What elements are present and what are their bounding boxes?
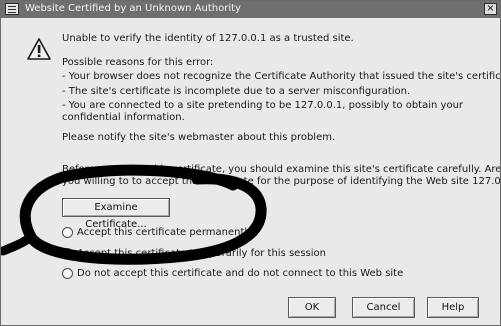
- option-label: Accept this certificate permanently: [77, 227, 254, 238]
- option-label: Accept this certificate temporarily for …: [77, 248, 326, 259]
- reason-unrecognized-ca: - Your browser does not recognize the Ce…: [62, 71, 501, 82]
- menu-icon[interactable]: [5, 3, 19, 15]
- certificate-dialog: Website Certified by an Unknown Authorit…: [0, 0, 501, 326]
- ok-button[interactable]: OK: [288, 297, 336, 318]
- warning-icon: [27, 38, 51, 60]
- close-icon[interactable]: ×: [484, 3, 497, 15]
- examine-prompt-cont: you willing to to accept this certificat…: [62, 176, 501, 187]
- help-button[interactable]: Help: [427, 297, 479, 318]
- examine-prompt: Before accepting this certificate, you s…: [62, 164, 501, 175]
- examine-certificate-button[interactable]: Examine Certificate...: [62, 198, 170, 230]
- cancel-button[interactable]: Cancel: [352, 297, 415, 318]
- window-title: Website Certified by an Unknown Authorit…: [25, 3, 241, 14]
- title-bar[interactable]: Website Certified by an Unknown Authorit…: [1, 1, 500, 18]
- option-label: Do not accept this certificate and do no…: [77, 268, 404, 279]
- reason-impersonation-cont: confidential information.: [62, 112, 185, 123]
- radio-button[interactable]: [62, 268, 73, 279]
- notify-webmaster: Please notify the site's webmaster about…: [62, 132, 336, 143]
- reasons-header: Possible reasons for this error:: [62, 57, 214, 68]
- radio-button[interactable]: [62, 248, 73, 259]
- error-headline: Unable to verify the identity of 127.0.0…: [62, 33, 354, 44]
- reason-incomplete-cert: - The site's certificate is incomplete d…: [62, 86, 411, 97]
- radio-button[interactable]: [62, 227, 73, 238]
- reason-impersonation: - You are connected to a site pretending…: [62, 100, 464, 111]
